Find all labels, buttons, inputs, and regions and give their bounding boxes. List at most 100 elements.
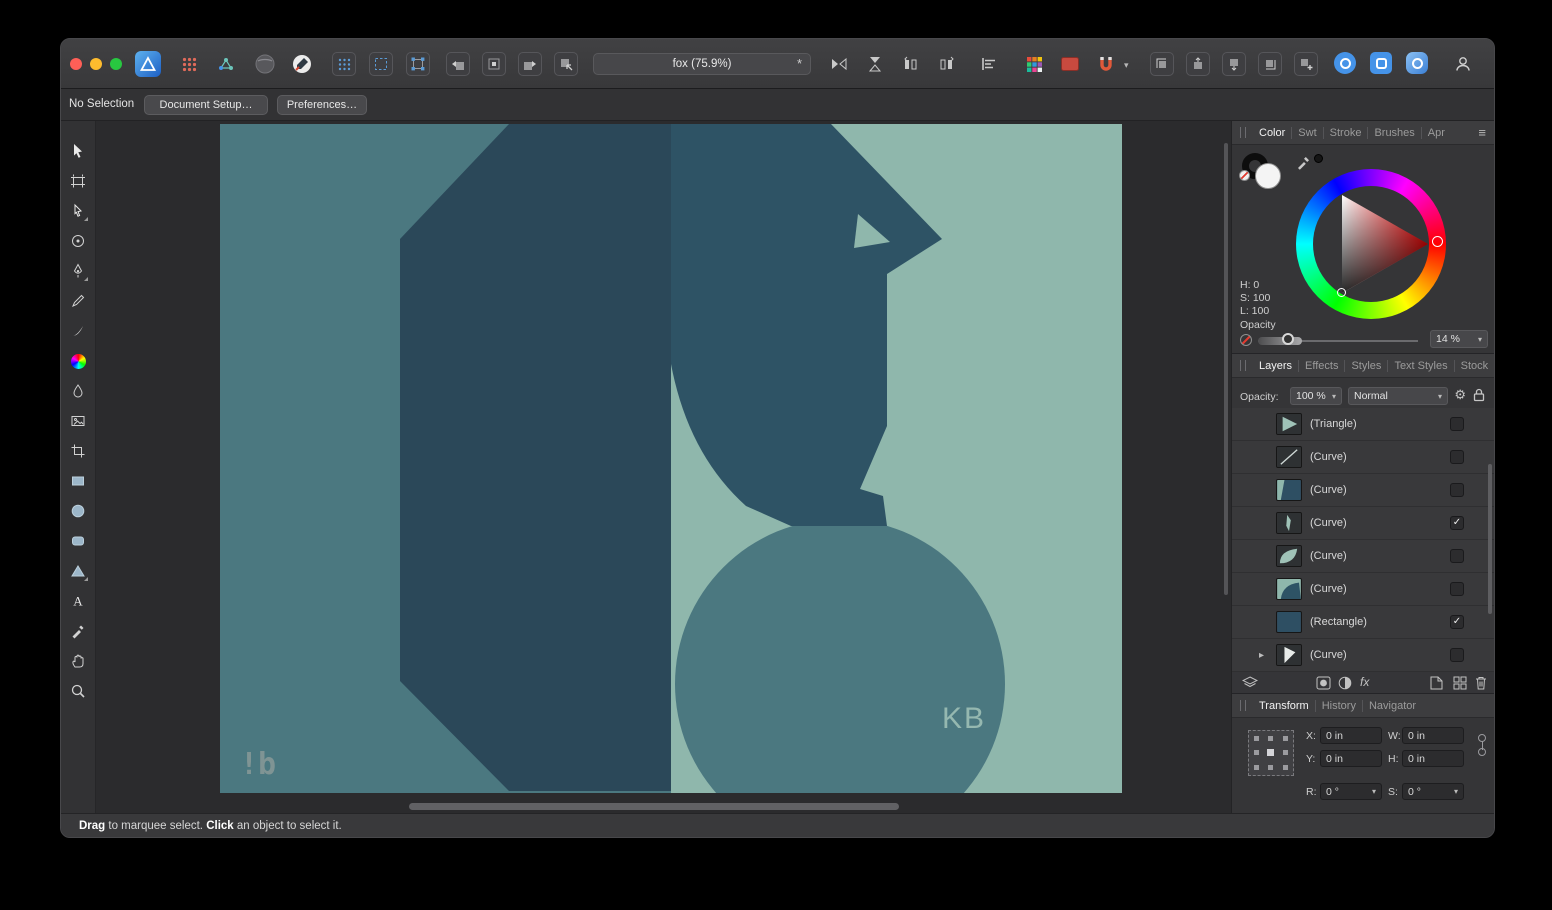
fx-icon[interactable]: fx bbox=[1360, 675, 1369, 689]
layer-thumbnail[interactable] bbox=[1276, 446, 1302, 468]
layer-checkbox[interactable] bbox=[1450, 582, 1464, 596]
no-opacity-icon[interactable] bbox=[1240, 334, 1252, 346]
document-canvas[interactable]: KB !b bbox=[220, 124, 1122, 793]
tab-brushes[interactable]: Brushes bbox=[1367, 127, 1420, 139]
panel-drag-grip[interactable] bbox=[1240, 360, 1246, 371]
color-chip-icon[interactable] bbox=[1058, 52, 1082, 76]
swatches-icon[interactable] bbox=[1022, 52, 1046, 76]
layer-row[interactable]: (Curve) bbox=[1232, 540, 1494, 573]
layer-row[interactable]: (Curve) ✓ bbox=[1232, 507, 1494, 540]
tab-transform[interactable]: Transform bbox=[1253, 700, 1315, 712]
flip-vertical-icon[interactable] bbox=[863, 52, 887, 76]
layer-checkbox[interactable] bbox=[1450, 648, 1464, 662]
triangle-tool[interactable] bbox=[66, 559, 90, 583]
ellipse-tool[interactable] bbox=[66, 499, 90, 523]
sphere-icon[interactable] bbox=[253, 52, 277, 76]
saturation-marker[interactable] bbox=[1337, 288, 1346, 297]
insert-behind-icon[interactable] bbox=[446, 52, 470, 76]
insert-target-icon[interactable] bbox=[1294, 52, 1318, 76]
tab-styles[interactable]: Styles bbox=[1344, 360, 1387, 372]
marquee-square-icon[interactable] bbox=[369, 52, 393, 76]
insert-inside-icon[interactable] bbox=[482, 52, 506, 76]
layers-stack-icon[interactable] bbox=[1242, 676, 1258, 690]
arrange-backward-icon[interactable] bbox=[1186, 52, 1210, 76]
document-setup-button[interactable]: Document Setup… bbox=[144, 95, 268, 115]
layer-checkbox[interactable] bbox=[1450, 483, 1464, 497]
preferences-button[interactable]: Preferences… bbox=[277, 95, 367, 115]
layer-checkbox[interactable] bbox=[1450, 450, 1464, 464]
opacity-value-combo[interactable]: 14 % ▾ bbox=[1430, 330, 1488, 348]
vertical-scrollbar[interactable] bbox=[1224, 143, 1228, 595]
new-layer-icon[interactable] bbox=[1430, 676, 1443, 690]
snapping-magnet-icon[interactable] bbox=[1094, 52, 1118, 76]
layer-thumbnail[interactable] bbox=[1276, 644, 1302, 666]
layers-scrollbar[interactable] bbox=[1488, 464, 1492, 614]
tab-color[interactable]: Color bbox=[1253, 127, 1291, 139]
panel-menu-icon[interactable]: ≡ bbox=[1494, 358, 1495, 373]
corner-tool[interactable] bbox=[66, 229, 90, 253]
panel-menu-icon[interactable]: ≡ bbox=[1478, 125, 1486, 140]
x-input[interactable] bbox=[1320, 727, 1382, 744]
y-input[interactable] bbox=[1320, 750, 1382, 767]
document-title-field[interactable]: fox (75.9%) * bbox=[593, 53, 811, 75]
arrange-front-icon[interactable] bbox=[1258, 52, 1282, 76]
eyedropper-icon[interactable] bbox=[1296, 155, 1311, 170]
pencil-tool[interactable] bbox=[66, 289, 90, 313]
zoom-tool[interactable] bbox=[66, 679, 90, 703]
designer-persona-icon[interactable] bbox=[1370, 52, 1392, 74]
zoom-button[interactable] bbox=[110, 58, 122, 70]
panel-drag-grip[interactable] bbox=[1240, 700, 1246, 711]
pen-nib-circle-icon[interactable] bbox=[290, 52, 314, 76]
tab-text-styles[interactable]: Text Styles bbox=[1387, 360, 1453, 372]
connected-nodes-icon[interactable] bbox=[214, 52, 238, 76]
tab-stock[interactable]: Stock bbox=[1454, 360, 1495, 372]
alignment-icon[interactable] bbox=[977, 52, 1001, 76]
layer-row[interactable]: (Triangle) bbox=[1232, 408, 1494, 441]
layer-checkbox[interactable] bbox=[1450, 549, 1464, 563]
snapping-options-caret[interactable]: ▾ bbox=[1124, 60, 1129, 71]
tab-layers[interactable]: Layers bbox=[1253, 360, 1298, 372]
account-icon[interactable] bbox=[1451, 52, 1475, 76]
arrange-back-icon[interactable] bbox=[1150, 52, 1174, 76]
vector-crop-tool[interactable] bbox=[66, 439, 90, 463]
anchor-point-selector[interactable] bbox=[1248, 730, 1294, 776]
layer-thumbnail[interactable] bbox=[1276, 413, 1302, 435]
tab-stroke[interactable]: Stroke bbox=[1323, 127, 1368, 139]
flip-horizontal-icon[interactable] bbox=[827, 52, 851, 76]
pen-tool[interactable] bbox=[66, 259, 90, 283]
layer-row[interactable]: ▸ (Curve) bbox=[1232, 639, 1494, 672]
tab-navigator[interactable]: Navigator bbox=[1362, 700, 1422, 712]
tab-history[interactable]: History bbox=[1315, 700, 1362, 712]
tab-swatches[interactable]: Swt bbox=[1291, 127, 1322, 139]
dots-grid-icon[interactable] bbox=[177, 52, 201, 76]
snap-grid-icon[interactable] bbox=[332, 52, 356, 76]
opacity-slider-knob[interactable] bbox=[1282, 333, 1294, 345]
color-picker-tool[interactable] bbox=[66, 619, 90, 643]
trash-icon[interactable] bbox=[1475, 676, 1487, 690]
layer-thumbnail[interactable] bbox=[1276, 512, 1302, 534]
insert-on-top-icon[interactable] bbox=[518, 52, 542, 76]
layer-row[interactable]: (Curve) bbox=[1232, 573, 1494, 606]
canvas-viewport[interactable]: KB !b bbox=[96, 121, 1231, 813]
move-tool[interactable] bbox=[66, 139, 90, 163]
layer-checkbox[interactable]: ✓ bbox=[1450, 516, 1464, 530]
picked-color-dot[interactable] bbox=[1314, 154, 1323, 163]
lock-icon[interactable] bbox=[1473, 388, 1485, 402]
edit-selection-icon[interactable] bbox=[554, 52, 578, 76]
tab-effects[interactable]: Effects bbox=[1298, 360, 1344, 372]
layer-row[interactable]: (Rectangle) ✓ bbox=[1232, 606, 1494, 639]
fill-swatch[interactable] bbox=[1255, 163, 1281, 189]
group-icon[interactable] bbox=[1453, 676, 1467, 690]
artboard-tool[interactable] bbox=[66, 169, 90, 193]
h-input[interactable] bbox=[1402, 750, 1464, 767]
link-wh-icon[interactable] bbox=[1477, 734, 1487, 758]
publisher-persona-icon[interactable] bbox=[1406, 52, 1428, 74]
layer-thumbnail[interactable] bbox=[1276, 611, 1302, 633]
transform-box-icon[interactable] bbox=[406, 52, 430, 76]
expander-icon[interactable]: ▸ bbox=[1259, 650, 1271, 661]
layer-thumbnail[interactable] bbox=[1276, 545, 1302, 567]
adjustment-icon[interactable] bbox=[1338, 676, 1352, 690]
close-button[interactable] bbox=[70, 58, 82, 70]
gear-icon[interactable]: ⚙ bbox=[1454, 387, 1466, 403]
panel-drag-grip[interactable] bbox=[1240, 127, 1246, 138]
